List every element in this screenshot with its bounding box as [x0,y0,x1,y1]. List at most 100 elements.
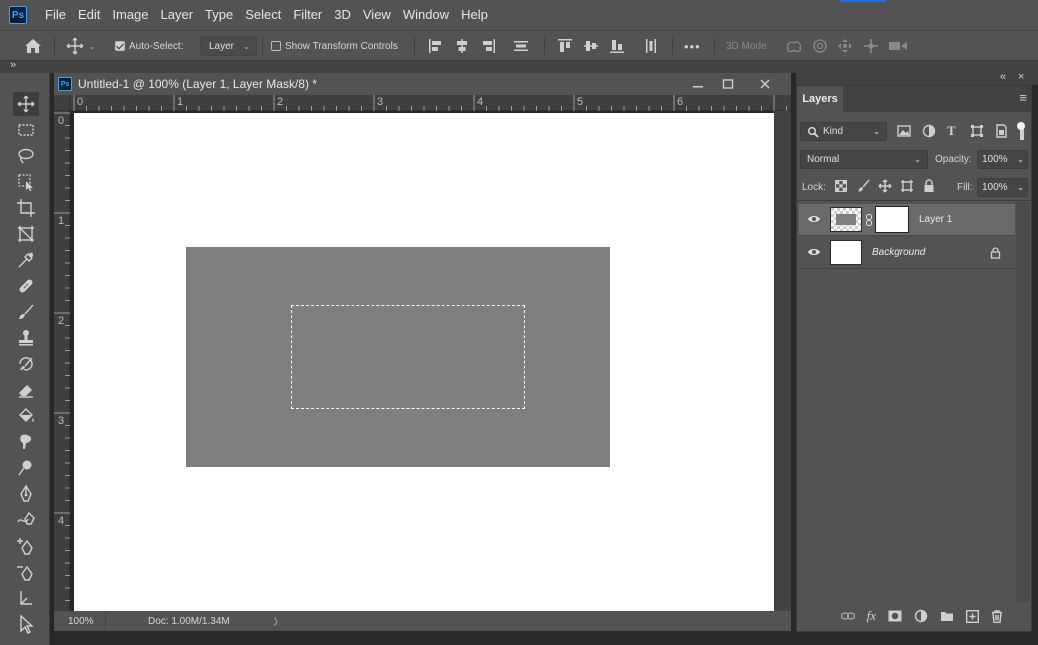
lock-image-pixels-button[interactable] [857,179,871,193]
clone-stamp-tool[interactable] [13,326,39,350]
horizontal-ruler[interactable]: 0 1 2 3 4 5 6 [70,95,791,111]
filter-adjustment-button[interactable] [922,124,936,138]
mask-link-icon[interactable] [865,214,873,226]
lock-position-button[interactable] [878,179,892,193]
menu-window[interactable]: Window [397,0,455,30]
tab-layers[interactable]: Layers [797,86,843,112]
path-selection-tool[interactable] [13,612,39,636]
layer-1-gray-fill[interactable] [186,247,610,467]
vertical-scrollbar[interactable] [774,111,791,611]
canvas-area[interactable] [70,111,774,611]
3d-scale-button[interactable] [888,31,908,61]
3d-slide-button[interactable] [862,31,880,61]
menu-file[interactable]: File [39,0,72,30]
3d-orbit-button[interactable] [785,31,803,61]
3d-pan-button[interactable] [837,31,853,61]
distribute-horizontal-button[interactable] [643,31,659,61]
add-layer-mask-button[interactable] [888,610,902,622]
lasso-tool[interactable] [13,144,39,168]
menu-select[interactable]: Select [239,0,287,30]
selection-marquee[interactable] [291,305,525,409]
visibility-toggle[interactable] [807,247,821,257]
more-options-button[interactable]: ••• [684,31,701,61]
menu-3d[interactable]: 3D [328,0,357,30]
layers-scrollbar[interactable] [1016,202,1030,602]
new-adjustment-layer-button[interactable] [914,609,928,623]
zoom-level-field[interactable]: 100% [54,611,106,631]
delete-anchor-point-tool[interactable] [13,560,39,584]
menu-edit[interactable]: Edit [72,0,106,30]
new-group-button[interactable] [940,610,954,622]
direct-selection-tool[interactable] [13,636,39,645]
layer-locked-indicator[interactable] [990,247,1001,259]
lock-artboard-button[interactable] [900,179,914,193]
filter-toggle[interactable] [1017,122,1027,140]
layer-name[interactable]: Background [872,247,925,258]
align-right-button[interactable] [480,31,496,61]
fx-icon[interactable]: fx [867,608,876,624]
align-top-button[interactable] [557,31,573,61]
rectangular-marquee-tool[interactable] [13,118,39,142]
link-layers-button[interactable] [840,611,855,621]
opacity-field[interactable]: 100% ⌄ [977,150,1028,169]
layer-row-background[interactable]: Background [799,237,1015,269]
object-selection-tool[interactable] [13,170,39,194]
add-anchor-point-tool[interactable] [13,534,39,558]
paint-bucket-tool[interactable] [13,404,39,428]
crop-tool[interactable] [13,196,39,220]
minimize-button[interactable] [683,73,713,95]
convert-point-tool[interactable] [13,586,39,610]
filter-shape-button[interactable] [970,124,984,138]
lock-all-button[interactable] [923,179,935,193]
pen-tool[interactable] [13,482,39,506]
ruler-origin[interactable] [54,95,70,111]
align-vertical-center-button[interactable] [583,31,599,61]
align-horizontal-center-button[interactable] [454,31,470,61]
menu-help[interactable]: Help [455,0,494,30]
frame-tool[interactable] [13,222,39,246]
distribute-vertical-button[interactable] [513,31,529,61]
menu-view[interactable]: View [357,0,397,30]
eyedropper-tool[interactable] [13,248,39,272]
close-document-button[interactable] [750,73,780,95]
maximize-button[interactable] [713,73,743,95]
align-bottom-button[interactable] [609,31,625,61]
auto-select-target-dropdown[interactable]: Layer ⌄ [200,36,257,56]
document-canvas[interactable] [74,113,774,611]
auto-select-checkbox[interactable] [115,41,125,51]
menu-image[interactable]: Image [106,0,154,30]
menu-type[interactable]: Type [199,0,239,30]
expand-panels-button[interactable]: » [10,59,16,71]
spot-healing-brush-tool[interactable] [13,274,39,298]
filter-pixel-button[interactable] [897,124,911,138]
layer-row-layer-1[interactable]: Layer 1 [799,204,1015,236]
smudge-tool[interactable] [13,430,39,454]
new-layer-button[interactable] [966,609,979,623]
blend-mode-dropdown[interactable]: Normal ⌄ [800,150,928,169]
layer-filter-dropdown[interactable]: Kind ⌄ [800,122,887,141]
brush-tool[interactable] [13,300,39,324]
layer-mask-thumbnail[interactable] [875,206,909,233]
lock-transparent-pixels-button[interactable] [835,180,847,192]
show-transform-checkbox[interactable] [271,41,281,51]
visibility-toggle[interactable] [807,214,821,224]
layer-thumbnail[interactable] [830,240,862,265]
photoshop-logo[interactable]: Ps [9,6,27,24]
type-icon[interactable]: T [947,123,956,139]
3d-roll-button[interactable] [812,31,828,61]
fill-field[interactable]: 100% ⌄ [977,178,1028,197]
delete-layer-button[interactable] [991,609,1003,623]
panel-menu-button[interactable]: ≡ [1019,90,1027,105]
eraser-tool[interactable] [13,378,39,402]
layer-thumbnail[interactable] [830,207,862,232]
history-brush-tool[interactable] [13,352,39,376]
vertical-ruler[interactable]: 0 1 2 3 4 [54,111,70,611]
close-panels-button[interactable]: × [1018,71,1024,83]
dodge-tool[interactable] [13,456,39,480]
move-tool[interactable] [13,92,39,116]
layer-name[interactable]: Layer 1 [919,214,952,225]
freeform-pen-tool[interactable] [13,508,39,532]
align-left-button[interactable] [428,31,444,61]
auto-select-toggle[interactable]: Auto-Select: [115,31,183,61]
move-tool-preset-button[interactable]: ⌄ [66,31,96,61]
